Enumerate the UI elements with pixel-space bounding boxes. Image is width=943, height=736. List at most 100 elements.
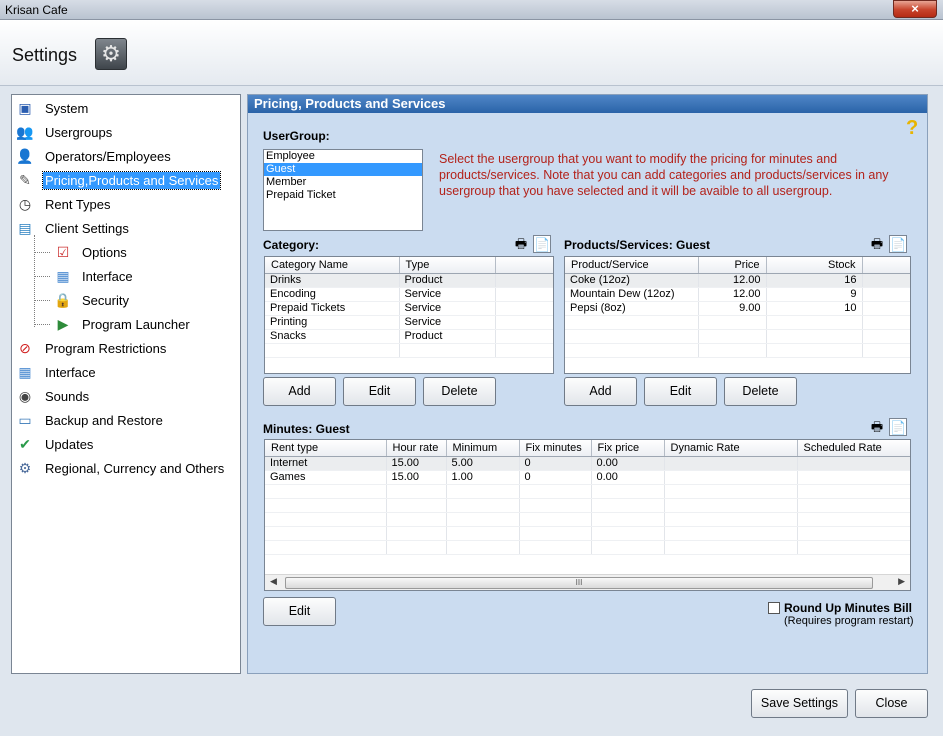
cell: 15.00	[386, 456, 447, 471]
category-edit-button[interactable]: Edit	[343, 377, 416, 406]
cell: 9	[766, 287, 863, 302]
tree-connector	[34, 252, 50, 253]
sidebar-item-options[interactable]: ☑ Options	[52, 241, 129, 263]
monitor-icon: ▣	[18, 99, 32, 116]
table-row[interactable]: Games 15.00 1.00 0 0.00	[265, 470, 910, 485]
print-icon[interactable]: 🖶	[868, 418, 886, 436]
column-header[interactable]: Scheduled Rate	[797, 440, 910, 457]
product-add-button[interactable]: Add	[564, 377, 637, 406]
export-icon[interactable]: 📄	[533, 235, 551, 253]
cell: 10	[766, 301, 863, 316]
scroll-left-icon[interactable]: ◀	[270, 576, 277, 587]
table-row[interactable]: Pepsi (8oz) 9.00 10	[565, 301, 910, 316]
sidebar-item-usergroups[interactable]: 👥 Usergroups	[14, 121, 114, 143]
minutes-grid[interactable]: Rent type Hour rate Minimum Fix minutes …	[264, 439, 911, 591]
restriction-icon: ⊘	[19, 339, 31, 356]
sidebar-item-regional[interactable]: ⚙ Regional, Currency and Others	[14, 457, 226, 479]
column-header[interactable]: Fix minutes	[519, 440, 592, 457]
tree-connector	[34, 300, 50, 301]
product-edit-button[interactable]: Edit	[644, 377, 717, 406]
cell: Coke (12oz)	[565, 273, 699, 288]
table-row[interactable]: Mountain Dew (12oz) 12.00 9	[565, 287, 910, 302]
column-header[interactable]	[495, 257, 553, 274]
table-row[interactable]: Encoding Service	[265, 287, 553, 302]
export-icon[interactable]: 📄	[889, 418, 907, 436]
window-close-button[interactable]: ×	[893, 0, 937, 18]
print-icon[interactable]: 🖶	[512, 235, 530, 253]
sidebar-item-operators[interactable]: 👤 Operators/Employees	[14, 145, 173, 167]
table-row[interactable]: Coke (12oz) 12.00 16	[565, 273, 910, 288]
help-icon[interactable]: ?	[906, 117, 918, 140]
sidebar-item-label: Interface	[45, 364, 96, 380]
column-header[interactable]: Hour rate	[386, 440, 447, 457]
sidebar-item-label: Usergroups	[45, 124, 113, 140]
column-header[interactable]: Price	[698, 257, 767, 274]
column-header[interactable]	[862, 257, 910, 274]
tree-connector	[34, 276, 50, 277]
window-titlebar: Krisan Cafe ×	[0, 0, 943, 20]
usergroup-option[interactable]: Member	[264, 176, 422, 189]
horizontal-scrollbar[interactable]: ◀ III ▶	[265, 574, 910, 590]
sidebar-item-label: Updates	[45, 436, 94, 452]
cell: Internet	[265, 456, 387, 471]
column-header[interactable]: Fix price	[591, 440, 665, 457]
save-settings-button[interactable]: Save Settings	[751, 689, 848, 718]
window-title: Krisan Cafe	[5, 3, 68, 17]
category-grid[interactable]: Category Name Type Drinks Product Encodin…	[264, 256, 554, 374]
interface-icon: ▦	[18, 363, 32, 380]
products-grid[interactable]: Product/Service Price Stock Coke (12oz) 1…	[564, 256, 911, 374]
column-header[interactable]: Category Name	[265, 257, 400, 274]
sidebar-item-pricing[interactable]: ✎ Pricing,Products and Services	[14, 169, 222, 191]
sidebar-item-system[interactable]: ▣ System	[14, 97, 90, 119]
sidebar-item-label: Pricing,Products and Services	[41, 170, 222, 190]
cell: Mountain Dew (12oz)	[565, 287, 699, 302]
sidebar-item-rent-types[interactable]: ◷ Rent Types	[14, 193, 113, 215]
cell	[797, 456, 910, 471]
table-row[interactable]: Prepaid Tickets Service	[265, 301, 553, 316]
sidebar-item-security[interactable]: 🔒 Security	[52, 289, 131, 311]
sidebar-item-client-settings[interactable]: ▤ Client Settings	[14, 217, 131, 239]
round-up-checkbox[interactable]	[768, 602, 780, 614]
column-header[interactable]: Stock	[766, 257, 863, 274]
sidebar-item-label: Interface	[82, 268, 133, 284]
product-delete-button[interactable]: Delete	[724, 377, 797, 406]
usergroup-option-selected[interactable]: Guest	[264, 163, 422, 176]
column-header[interactable]: Type	[399, 257, 496, 274]
sidebar-item-interface[interactable]: ▦ Interface	[14, 361, 98, 383]
cell	[664, 456, 798, 471]
sidebar-item-label: Program Restrictions	[45, 340, 167, 356]
column-header[interactable]: Dynamic Rate	[664, 440, 798, 457]
backup-icon: ▭	[18, 411, 32, 428]
scroll-right-icon[interactable]: ▶	[898, 576, 905, 587]
minutes-edit-button[interactable]: Edit	[263, 597, 336, 626]
usergroup-option[interactable]: Employee	[264, 150, 422, 163]
table-row[interactable]: Drinks Product	[265, 273, 553, 288]
sidebar-item-updates[interactable]: ✔ Updates	[14, 433, 95, 455]
table-row[interactable]: Internet 15.00 5.00 0 0.00	[265, 456, 910, 471]
sidebar-item-program-restrictions[interactable]: ⊘ Program Restrictions	[14, 337, 168, 359]
category-delete-button[interactable]: Delete	[423, 377, 496, 406]
column-header[interactable]: Product/Service	[565, 257, 699, 274]
export-icon[interactable]: 📄	[889, 235, 907, 253]
launcher-icon: ▶	[57, 315, 69, 332]
sidebar-item-client-interface[interactable]: ▦ Interface	[52, 265, 135, 287]
sidebar-item-sounds[interactable]: ◉ Sounds	[14, 385, 91, 407]
table-row[interactable]: Printing Service	[265, 315, 553, 330]
cell: 0.00	[591, 470, 665, 485]
cell: 0	[519, 456, 592, 471]
sidebar-item-label: Operators/Employees	[45, 148, 171, 164]
scroll-thumb[interactable]: III	[285, 577, 873, 589]
cell: Games	[265, 470, 387, 485]
cell: 16	[766, 273, 863, 288]
sidebar-item-program-launcher[interactable]: ▶ Program Launcher	[52, 313, 192, 335]
table-row[interactable]: Snacks Product	[265, 329, 553, 344]
settings-header: Settings ⚙	[0, 20, 943, 86]
category-add-button[interactable]: Add	[263, 377, 336, 406]
usergroup-option[interactable]: Prepaid Ticket	[264, 189, 422, 202]
column-header[interactable]: Rent type	[265, 440, 387, 457]
print-icon[interactable]: 🖶	[868, 235, 886, 253]
close-button[interactable]: Close	[855, 689, 928, 718]
usergroup-listbox[interactable]: Employee Guest Member Prepaid Ticket	[263, 149, 423, 231]
sidebar-item-backup[interactable]: ▭ Backup and Restore	[14, 409, 165, 431]
column-header[interactable]: Minimum	[446, 440, 520, 457]
